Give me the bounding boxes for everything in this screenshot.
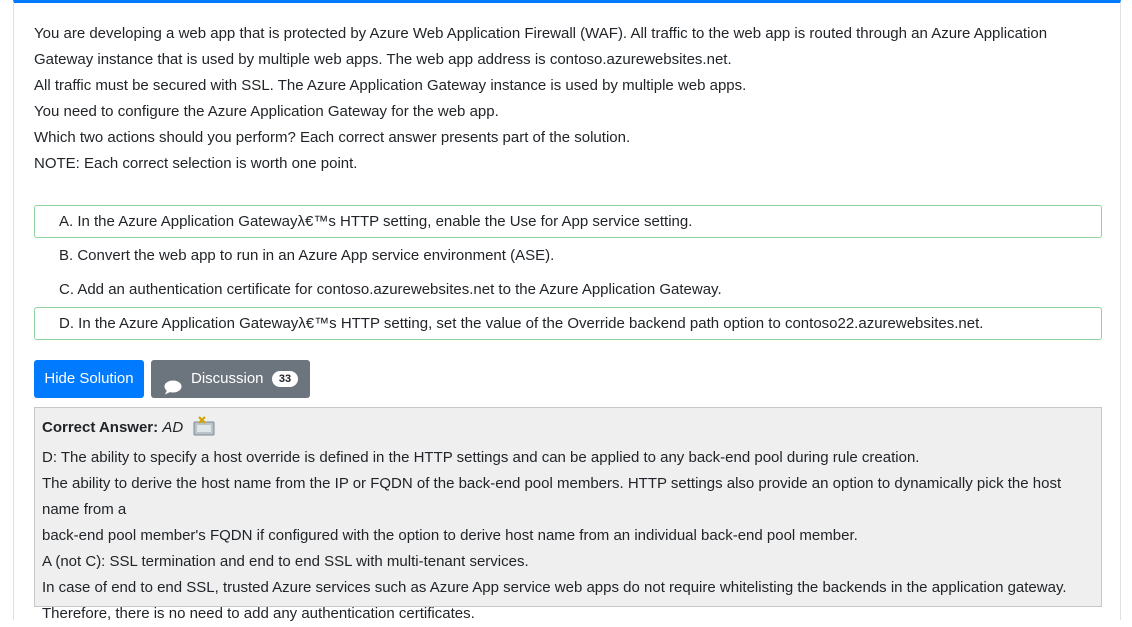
- correct-answer-value: AD: [162, 419, 184, 436]
- question-line: Gateway instance that is used by multipl…: [34, 51, 732, 68]
- question-line: NOTE: Each correct selection is worth on…: [34, 155, 358, 172]
- choice-label: A. In the Azure Application Gatewayλ€™s …: [59, 213, 693, 230]
- choice-b[interactable]: B. Convert the web app to run in an Azur…: [34, 239, 1102, 272]
- choice-label: D. In the Azure Application Gatewayλ€™s …: [59, 315, 984, 332]
- solution-panel: Correct Answer: AD D: The ability to spe…: [34, 407, 1102, 622]
- question-text: You are developing a web app that is pro…: [34, 21, 1104, 177]
- choice-d[interactable]: D. In the Azure Application Gatewayλ€™s …: [34, 307, 1102, 340]
- discussion-count-badge: 33: [272, 371, 298, 387]
- choice-a[interactable]: A. In the Azure Application Gatewayλ€™s …: [34, 205, 1102, 238]
- correct-answer-label: Correct Answer:: [42, 419, 159, 436]
- correct-answer-row: Correct Answer: AD: [42, 415, 1101, 445]
- explanation-line: In case of end to end SSL, trusted Azure…: [42, 579, 1067, 596]
- hide-solution-button[interactable]: Hide Solution: [34, 360, 144, 398]
- chat-bubble-icon: [164, 372, 182, 410]
- choice-c[interactable]: C. Add an authentication certificate for…: [34, 273, 1102, 306]
- explanation-line: back-end pool member's FQDN if configure…: [42, 527, 858, 544]
- discussion-label: Discussion: [191, 370, 264, 387]
- explanation-line: Therefore, there is no need to add any a…: [42, 605, 475, 622]
- question-line: You are developing a web app that is pro…: [34, 25, 1048, 42]
- explanation-line: A (not C): SSL termination and end to en…: [42, 553, 529, 570]
- question-line: All traffic must be secured with SSL. Th…: [34, 77, 747, 94]
- choice-label: B. Convert the web app to run in an Azur…: [59, 247, 555, 264]
- choice-label: C. Add an authentication certificate for…: [59, 281, 722, 298]
- explanation-line: The ability to derive the host name from…: [42, 475, 1062, 518]
- explanation-line: D: The ability to specify a host overrid…: [42, 449, 920, 466]
- discussion-button[interactable]: Discussion 33: [151, 360, 310, 398]
- broken-image-icon: [193, 416, 215, 445]
- question-line: You need to configure the Azure Applicat…: [34, 103, 499, 120]
- question-line: Which two actions should you perform? Ea…: [34, 129, 631, 146]
